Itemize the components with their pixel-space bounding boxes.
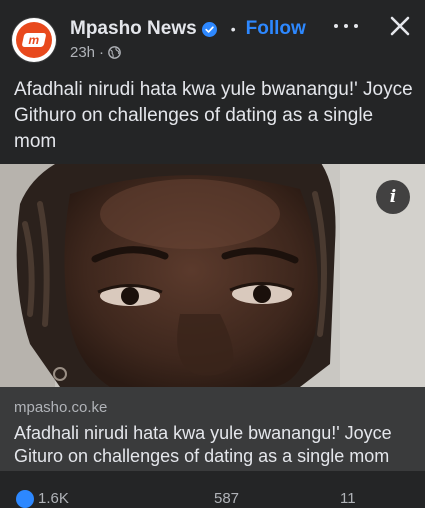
page-name[interactable]: Mpasho News xyxy=(70,18,197,40)
mpasho-logo-icon: m xyxy=(16,22,52,58)
post-time[interactable]: 23h xyxy=(70,44,95,61)
link-domain: mpasho.co.ke xyxy=(14,399,108,416)
close-icon[interactable] xyxy=(388,14,412,38)
post-header: m Mpasho News • Follow 23h · xyxy=(0,0,425,70)
separator-dot: • xyxy=(230,21,236,37)
verified-badge-icon xyxy=(201,21,217,37)
meta-dot: · xyxy=(99,44,105,61)
name-row: Mpasho News • Follow xyxy=(70,16,306,42)
link-title[interactable]: Afadhali nirudi hata kwa yule bwanangu!'… xyxy=(14,422,419,468)
post-meta: 23h · xyxy=(70,44,121,61)
post-caption: Afadhali nirudi hata kwa yule bwanangu!'… xyxy=(14,79,413,152)
globe-icon xyxy=(108,46,121,59)
link-preview[interactable]: mpasho.co.ke Afadhali nirudi hata kwa yu… xyxy=(0,387,425,471)
more-options-icon[interactable] xyxy=(334,14,358,38)
like-reaction-icon xyxy=(16,490,34,508)
info-icon[interactable]: i xyxy=(376,180,410,214)
woman-portrait-image xyxy=(0,164,425,387)
post-photo[interactable]: i xyxy=(0,164,425,387)
page-avatar[interactable]: m xyxy=(12,18,56,62)
follow-button[interactable]: Follow xyxy=(246,18,306,40)
